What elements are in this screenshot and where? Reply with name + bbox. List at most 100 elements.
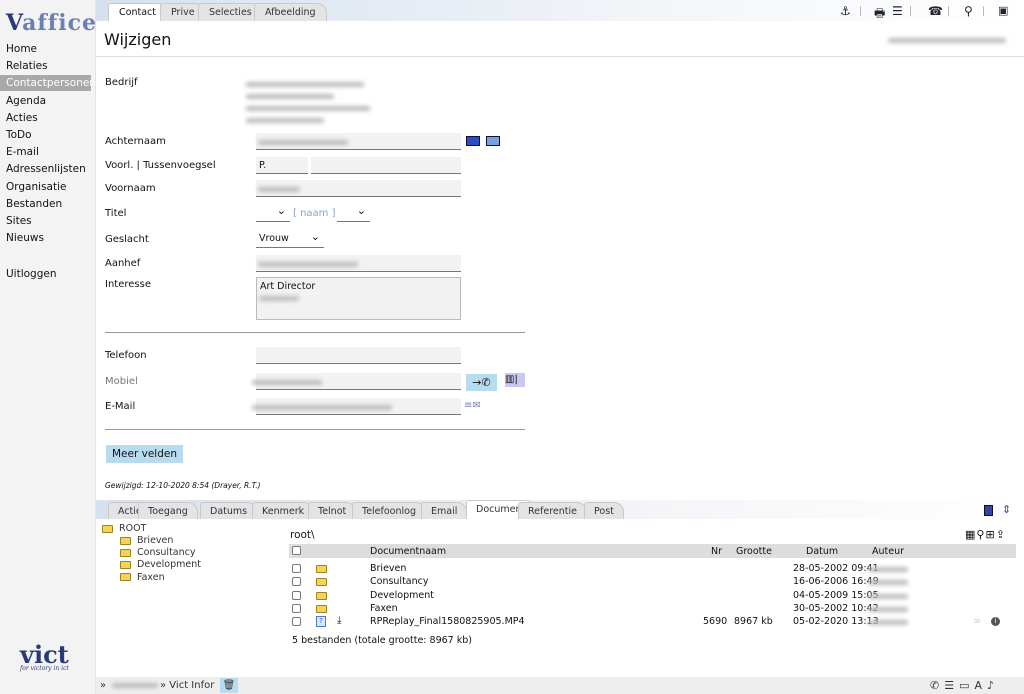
sidebar-item-home[interactable]: Home	[0, 41, 91, 57]
tab-email[interactable]: Email	[421, 502, 468, 519]
doc-toolbar: ▦⚲⊞⇪	[965, 528, 1006, 541]
row-checkbox[interactable]	[292, 617, 301, 627]
col-auteur[interactable]: Auteur	[872, 546, 904, 557]
voorletters-input[interactable]: P.	[256, 157, 308, 174]
checklist-icon[interactable]: ☰	[944, 679, 959, 692]
phone-icon[interactable]: ☎	[928, 4, 943, 18]
sidebar-item-contactpersonen[interactable]: Contactpersonen	[0, 75, 96, 92]
doc-name[interactable]: Development	[370, 590, 434, 601]
vcard-icon[interactable]	[466, 136, 480, 146]
call-button[interactable]: →✆	[466, 374, 497, 391]
footer-company[interactable]: » Vict Infor	[160, 677, 214, 694]
sidebar-item-nieuws[interactable]: Nieuws	[0, 230, 91, 246]
expand-vertical-icon[interactable]: ⇕	[1002, 503, 1011, 516]
doc-size: 8967 kb	[734, 616, 773, 628]
save-icon[interactable]: ▣	[998, 4, 1008, 17]
naam-link[interactable]: [ naam ]	[293, 208, 336, 219]
tab-kenmerk[interactable]: Kenmerk	[252, 502, 315, 519]
mobiel-redacted	[252, 380, 322, 385]
tree-item[interactable]: Consultancy	[120, 547, 196, 558]
anchor-icon[interactable]: ⚓	[840, 4, 851, 18]
tree-root[interactable]: ROOT	[102, 523, 146, 534]
telefoon-input[interactable]	[256, 347, 461, 364]
fax-icon[interactable]: ▥|	[505, 373, 525, 387]
tab-post[interactable]: Post	[584, 502, 624, 519]
label-email: E-Mail	[105, 401, 136, 412]
doc-name[interactable]: Brieven	[370, 563, 406, 574]
printer-icon[interactable]: 🖶	[874, 4, 885, 25]
doc-name[interactable]: Faxen	[370, 603, 398, 614]
link-icon[interactable]: ∞	[973, 616, 981, 627]
tab-telefoonlog[interactable]: Telefoonlog	[352, 502, 426, 519]
col-grootte[interactable]: Grootte	[736, 546, 772, 557]
download-icon[interactable]: ⤓	[337, 615, 341, 626]
trash-icon[interactable]: 🗑	[220, 678, 238, 693]
voornaam-redacted	[258, 187, 300, 192]
logout-link[interactable]: Uitloggen	[0, 266, 91, 282]
folder-icon	[120, 536, 131, 545]
titel-select[interactable]	[256, 204, 290, 222]
tab-toegang[interactable]: Toegang	[138, 502, 198, 519]
sidebar-item-relaties[interactable]: Relaties	[0, 58, 91, 74]
meer-velden-button[interactable]: Meer velden	[106, 445, 184, 463]
sidebar-item-sites[interactable]: Sites	[0, 213, 91, 229]
tree-item[interactable]: Development	[120, 559, 201, 570]
tree-label: Development	[137, 559, 201, 571]
doc-name[interactable]: Consultancy	[370, 576, 429, 587]
footer-icons: ✆☰▭A♪	[930, 677, 999, 694]
row-checkbox[interactable]	[292, 564, 301, 573]
current-path: root\	[290, 529, 315, 541]
row-checkbox[interactable]	[292, 590, 301, 600]
row-checkbox[interactable]	[292, 603, 301, 613]
tussenvoegsel-input[interactable]	[311, 157, 461, 174]
sidebar-item-organisatie[interactable]: Organisatie	[0, 179, 91, 195]
sidebar-item-bestanden[interactable]: Bestanden	[0, 196, 91, 212]
address-redacted	[246, 106, 370, 111]
upload-icon[interactable]: ⇪	[996, 528, 1006, 541]
document-icon[interactable]	[984, 505, 993, 516]
col-documentnaam[interactable]: Documentnaam	[370, 546, 446, 557]
tree-item[interactable]: Faxen	[120, 572, 165, 583]
folder-icon	[316, 578, 327, 587]
tab-referentie[interactable]: Referentie	[518, 502, 587, 519]
user-redacted	[112, 683, 158, 688]
vict-logo: vict for victory in ict	[20, 640, 69, 672]
author-redacted	[868, 567, 908, 572]
page-title: Wijzigen	[104, 30, 172, 49]
tab-contact[interactable]: Contact	[108, 3, 167, 21]
email-redacted	[252, 405, 392, 410]
tab-telnot[interactable]: Telnot	[308, 502, 357, 519]
tab-afbeelding[interactable]: Afbeelding	[254, 3, 327, 21]
footer-bar: » » Vict Infor 🗑 ✆☰▭A♪	[96, 677, 1024, 694]
info-icon[interactable]: i	[991, 617, 1000, 627]
sidebar-item-agenda[interactable]: Agenda	[0, 93, 91, 109]
tab-datums[interactable]: Datums	[200, 502, 258, 519]
monitor-icon[interactable]: ▭	[959, 679, 974, 692]
sidebar-item-e-mail[interactable]: E-mail	[0, 144, 91, 160]
phone-icon[interactable]: ✆	[930, 679, 944, 692]
geslacht-select[interactable]: Vrouw	[256, 230, 324, 248]
font-icon[interactable]: A	[975, 679, 988, 692]
select-all-checkbox[interactable]	[292, 546, 301, 555]
sidebar-item-todo[interactable]: ToDo	[0, 127, 91, 143]
folder-icon	[316, 565, 327, 573]
sidebar-item-acties[interactable]: Acties	[0, 110, 91, 126]
vcard-mail-icon[interactable]	[486, 136, 500, 146]
list-icon[interactable]: ☰	[892, 4, 903, 18]
qr-icon[interactable]: ▦	[965, 528, 976, 541]
row-checkbox[interactable]	[292, 577, 301, 587]
sidebar-item-adressenlijsten[interactable]: Adressenlijsten	[0, 161, 91, 177]
titel-suffix-select[interactable]	[337, 204, 370, 222]
send-mail-icon[interactable]: ≡✉	[464, 400, 481, 411]
col-nr[interactable]: Nr	[711, 546, 722, 557]
folder-icon	[316, 604, 327, 613]
tree-item[interactable]: Brieven	[120, 535, 173, 546]
search-icon[interactable]: ⚲	[964, 4, 973, 18]
col-datum[interactable]: Datum	[806, 546, 838, 557]
label-geslacht: Geslacht	[105, 234, 149, 245]
add-icon[interactable]: ⊞	[985, 528, 995, 541]
doc-date: 16-06-2006 16:49	[793, 576, 879, 588]
bell-icon[interactable]: ♪	[987, 679, 999, 692]
vaffice-logo[interactable]: Vaffice	[6, 10, 97, 36]
doc-name[interactable]: RPReplay_Final1580825905.MP4	[370, 616, 525, 627]
